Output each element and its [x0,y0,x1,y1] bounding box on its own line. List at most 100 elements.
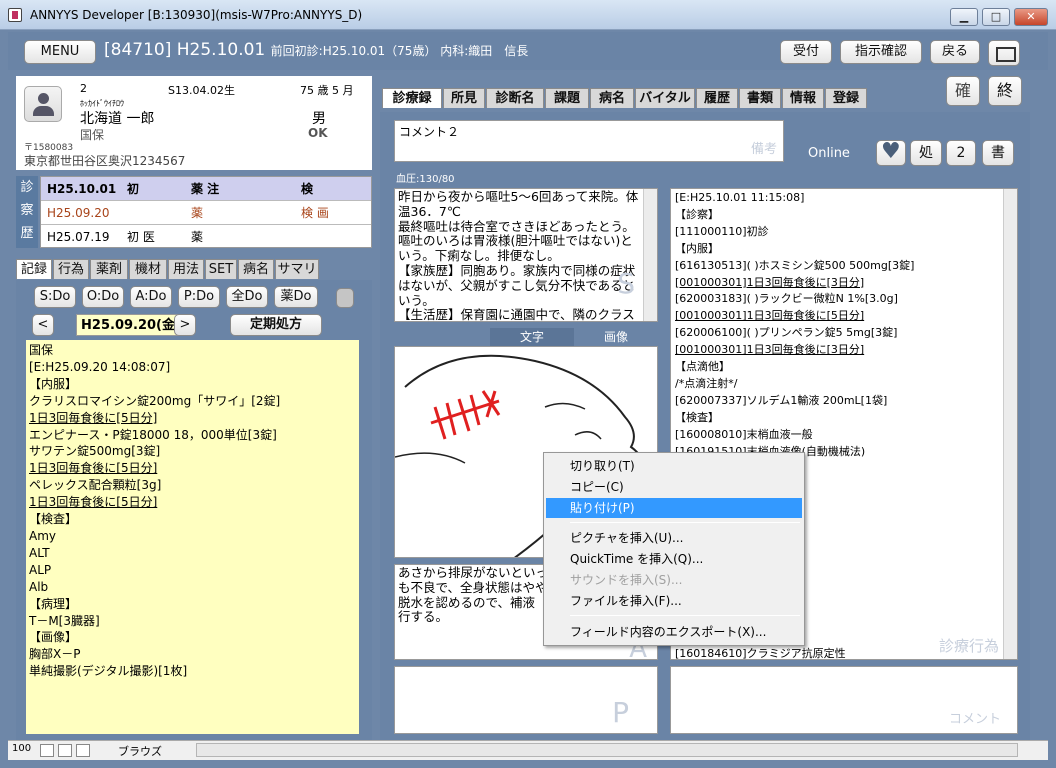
past-record-text[interactable]: 国保 [E:H25.09.20 14:08:07] 【内服】 クラリスロマイシン錠20… [26,340,359,734]
menu-button[interactable]: MENU [24,40,96,64]
comment-field[interactable]: コメント２ 備考 [394,120,784,162]
a-do-button[interactable]: A:Do [130,286,172,308]
heart-icon[interactable] [876,139,906,166]
tab-vitals[interactable]: バイタル [635,88,695,108]
menu-insert-file[interactable]: ファイルを挿入(F)... [546,591,802,611]
all-do-button[interactable]: 全Do [226,286,268,308]
instruction-confirm-button[interactable]: 指示確認 [840,40,922,64]
patient-address: 東京都世田谷区奥沢1234567 [24,154,186,168]
layout-icon[interactable] [76,744,90,757]
history-date: H25.10.01 [47,182,117,196]
record-line: ALT [29,545,50,560]
subjective-text: 昨日から夜から嘔吐5～6回あって来院。体温36．7℃ 最終嘔吐は待合室でさきほど… [398,189,639,322]
history-col3: 薬 注 [191,182,220,196]
record-line: Amy [29,528,56,543]
history-col3: 薬 [191,230,204,244]
subjective-scrollbar[interactable] [643,189,657,321]
tab-disease-name[interactable]: 病名 [590,88,634,108]
tab-register[interactable]: 登録 [825,88,867,108]
header-bar: MENU [84710] H25.10.01 前回初診:H25.10.01（75… [8,32,1048,70]
prev-date-button[interactable]: < [32,314,54,336]
settings-icon[interactable] [336,288,354,308]
treatment-scrollbar[interactable] [1003,189,1017,659]
comment-area-watermark: コメント [948,712,1001,727]
tab-material[interactable]: 機材 [129,259,167,279]
prescription-button[interactable]: 処 [910,140,942,166]
zoom-out-icon[interactable] [40,744,54,757]
record-line: ペレックス配合顆粒[3g] [29,478,162,493]
tab-findings[interactable]: 所見 [443,88,485,108]
record-line: ALP [29,562,52,577]
patient-name: 北海道 一郎 [80,111,155,127]
menu-cut[interactable]: 切り取り(T) [546,456,802,476]
history-type: 初 医 [127,230,155,244]
s-do-button[interactable]: S:Do [34,286,76,308]
tab-summary[interactable]: サマリ [275,259,319,279]
minimize-button[interactable]: ▁ [950,8,978,26]
record-line: 【内服】 [29,376,78,391]
menu-paste[interactable]: 貼り付け(P) [546,498,802,518]
tab-text[interactable]: 文字 [490,328,574,346]
menu-insert-quicktime[interactable]: QuickTime を挿入(Q)... [546,549,802,569]
drug-do-button[interactable]: 薬Do [274,286,318,308]
menu-copy[interactable]: コピー(C) [546,477,802,497]
tab-record[interactable]: 記録 [16,259,52,279]
regular-prescription-button[interactable]: 定期処方 [230,314,322,336]
patient-birth: S13.04.02生 [168,84,235,97]
tab-usage[interactable]: 用法 [168,259,204,279]
tab-info[interactable]: 情報 [782,88,824,108]
history-col3: 薬 [191,206,204,220]
history-date: H25.09.20 [47,206,110,220]
tab-issues[interactable]: 課題 [545,88,589,108]
history-row[interactable]: H25.07.19 初 医 薬 [41,225,371,249]
tab-disease[interactable]: 病名 [238,259,274,279]
treatment-line: [620007337]ソルデム1輸液 200mL[1袋] [675,393,888,407]
next-date-button[interactable]: > [174,314,196,336]
visit-date: H25.10.01 [176,40,266,60]
tab-chart[interactable]: 診療録 [382,88,442,108]
tab-documents[interactable]: 書類 [739,88,781,108]
treatment-line: /*点滴注射*/ [675,376,738,390]
right-tab-bar: 診療録 所見 診断名 課題 病名 バイタル 履歴 書類 情報 登録 [382,88,882,110]
maximize-button[interactable]: □ [982,8,1010,26]
screen-icon[interactable] [988,40,1020,66]
finish-button[interactable]: 終 [988,76,1022,106]
treatment-line: 【検査】 [675,410,719,424]
history-col4: 検 [301,182,314,196]
tab-set[interactable]: SET [205,259,237,279]
menu-insert-picture[interactable]: ピクチャを挿入(U)... [546,528,802,548]
history-col4: 検 画 [301,206,329,220]
record-line: サワテン錠500mg[3錠] [29,444,161,459]
page-2-button[interactable]: 2 [946,140,976,166]
tab-image[interactable]: 画像 [574,328,658,346]
history-row[interactable]: H25.10.01 初 薬 注 検 [41,177,371,201]
subjective-field[interactable]: 昨日から夜から嘔吐5～6回あって来院。体温36．7℃ 最終嘔吐は待合室でさきほど… [394,188,658,322]
accept-button[interactable]: 受付 [780,40,832,64]
history-label: 診察歴 [16,176,38,248]
treatment-line: [616130513]( )ホスミシン錠500 500mg[3錠] [675,258,915,272]
close-button[interactable]: ✕ [1014,8,1048,26]
tab-action[interactable]: 行為 [53,259,89,279]
tab-drug[interactable]: 薬剤 [90,259,128,279]
document-button[interactable]: 書 [982,140,1014,166]
plan-field[interactable]: P [394,666,658,734]
tab-history[interactable]: 履歴 [696,88,738,108]
comment-area[interactable]: コメント [670,666,1018,734]
treatment-line: [001000301]1日3回毎食後に[3日分] [675,275,865,289]
o-do-button[interactable]: O:Do [82,286,124,308]
treatment-line: [E:H25.10.01 11:15:08] [675,191,805,204]
view-toggle: 文字 画像 [490,328,658,346]
p-do-button[interactable]: P:Do [178,286,220,308]
history-date: H25.07.19 [47,230,110,244]
back-button[interactable]: 戻る [930,40,980,64]
record-line: 【画像】 [29,630,78,645]
tab-diagnosis[interactable]: 診断名 [486,88,544,108]
menu-separator [570,615,800,616]
zoom-in-icon[interactable] [58,744,72,757]
patient-header: [84710] H25.10.01 前回初診:H25.10.01（75歳） 内科… [104,40,528,60]
horizontal-scrollbar[interactable] [196,743,1018,757]
history-row[interactable]: H25.09.20 薬 検 画 [41,201,371,225]
confirm-button[interactable]: 確 [946,76,980,106]
menu-export-field[interactable]: フィールド内容のエクスポート(X)... [546,622,802,642]
treatment-line: 【診察】 [675,207,719,221]
